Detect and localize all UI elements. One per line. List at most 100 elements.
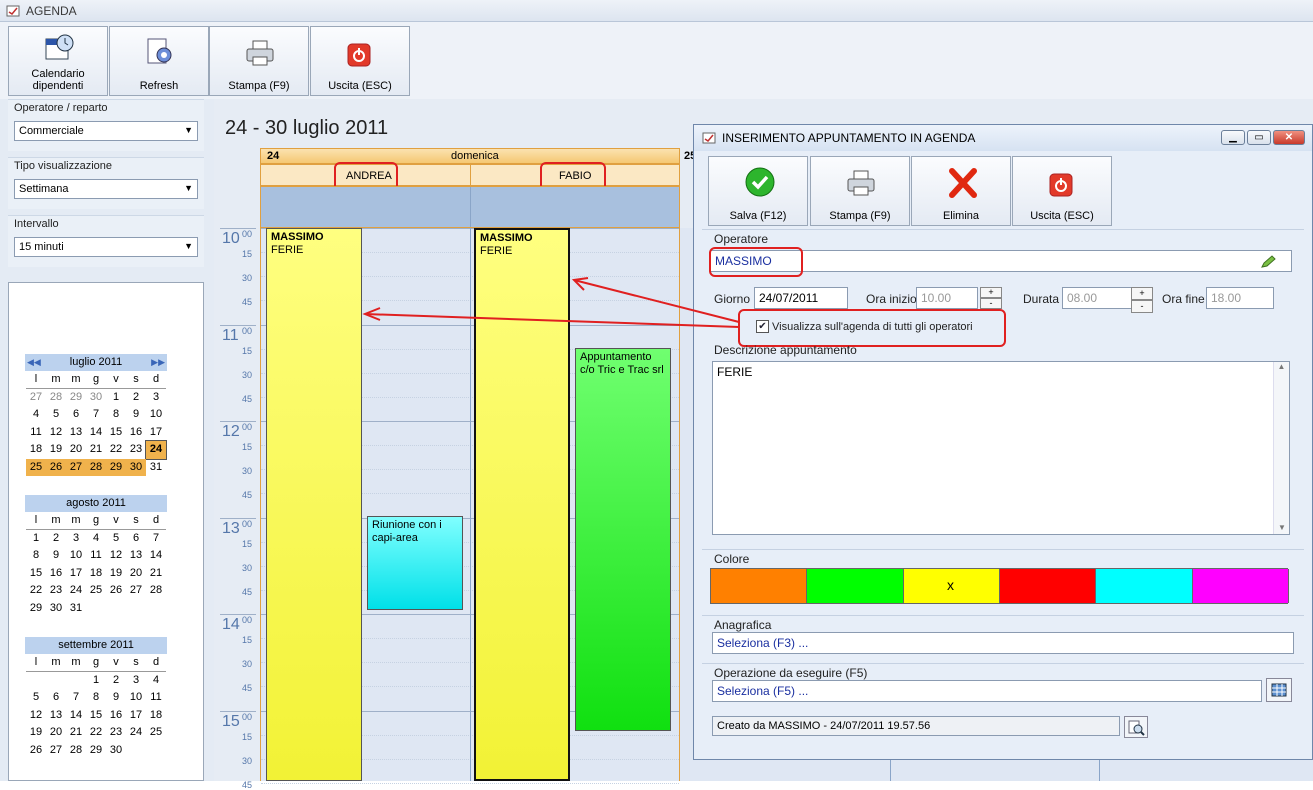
calendar-day[interactable]: 20 — [126, 565, 146, 583]
anagrafica-field[interactable]: Seleziona (F3) ... — [712, 632, 1294, 654]
duration-decrement-button[interactable]: - — [1131, 300, 1153, 313]
dialog-exit-button[interactable]: Uscita (ESC) — [1012, 156, 1112, 226]
calendar-day[interactable]: 19 — [106, 565, 126, 583]
calendar-day[interactable]: 25 — [26, 458, 46, 476]
calendar-day[interactable]: 10 — [126, 689, 146, 707]
calendar-day[interactable]: 31 — [66, 600, 86, 618]
color-swatch[interactable] — [1096, 569, 1193, 603]
calendar-day[interactable]: 15 — [106, 424, 126, 442]
calendar-day[interactable]: 23 — [106, 724, 126, 742]
calendar-day[interactable]: 5 — [26, 689, 46, 707]
calendar-day[interactable]: 11 — [26, 424, 46, 442]
start-increment-button[interactable]: + — [980, 287, 1002, 298]
calendar-day[interactable]: 10 — [146, 406, 166, 424]
calendar-day[interactable]: 8 — [26, 547, 46, 565]
calendar-day[interactable]: 24 — [66, 582, 86, 600]
calendar-day[interactable]: 28 — [66, 742, 86, 760]
calendar-day[interactable]: 17 — [66, 565, 86, 583]
calendar-day[interactable]: 27 — [26, 389, 46, 407]
calendar-day[interactable]: 26 — [26, 742, 46, 760]
pencil-icon[interactable] — [1260, 255, 1276, 269]
calendar-day[interactable]: 5 — [46, 406, 66, 424]
calendar-day[interactable]: 11 — [86, 547, 106, 565]
calendar-day[interactable]: 22 — [26, 582, 46, 600]
duration-increment-button[interactable]: + — [1131, 287, 1153, 300]
day-header[interactable]: 24 domenica — [260, 148, 680, 164]
calendar-day[interactable]: 5 — [106, 530, 126, 548]
calendar-day[interactable]: 21 — [86, 441, 106, 459]
calendar-day[interactable]: 29 — [86, 742, 106, 760]
calendar-day[interactable]: 14 — [66, 707, 86, 725]
calendar-day[interactable]: 4 — [26, 406, 46, 424]
calendar-day[interactable]: 1 — [26, 530, 46, 548]
calendar-day[interactable]: 30 — [86, 389, 106, 407]
calendar-day[interactable]: 21 — [66, 724, 86, 742]
color-swatch[interactable] — [711, 569, 808, 603]
calendar-day[interactable]: 13 — [126, 547, 146, 565]
calendar-day[interactable]: 24 — [126, 724, 146, 742]
operation-field[interactable]: Seleziona (F5) ... — [712, 680, 1262, 702]
color-swatch[interactable] — [807, 569, 904, 603]
calendar-day[interactable]: 19 — [46, 441, 66, 459]
calendar-day[interactable]: 11 — [146, 689, 166, 707]
event-massimo-andrea[interactable]: MASSIMO FERIE — [266, 228, 362, 781]
calendar-day[interactable]: 23 — [126, 441, 146, 459]
description-scrollbar[interactable]: ▲ ▼ — [1273, 362, 1289, 534]
calendar-day[interactable]: 29 — [26, 600, 46, 618]
calendar-day[interactable]: 18 — [146, 707, 166, 725]
calendar-day[interactable]: 25 — [146, 724, 166, 742]
calendar-day[interactable]: 17 — [146, 424, 166, 442]
calendar-day[interactable]: 28 — [146, 582, 166, 600]
delete-button[interactable]: Elimina — [911, 156, 1011, 226]
end-field[interactable]: 18.00 — [1206, 287, 1274, 309]
calendar-day[interactable]: 12 — [46, 424, 66, 442]
calendar-day[interactable]: 30 — [126, 458, 146, 476]
calendar-day[interactable]: 12 — [106, 547, 126, 565]
scroll-up-icon[interactable]: ▲ — [1274, 362, 1289, 371]
operator-select[interactable]: Commerciale ▼ — [14, 121, 198, 141]
calendar-day[interactable]: 26 — [106, 582, 126, 600]
calendar-day[interactable]: 15 — [86, 707, 106, 725]
calendar-day[interactable]: 13 — [46, 707, 66, 725]
calendar-day[interactable]: 10 — [66, 547, 86, 565]
description-textarea[interactable]: FERIE ▲ ▼ — [712, 361, 1290, 535]
calendar-day[interactable]: 7 — [86, 406, 106, 424]
dialog-titlebar[interactable]: INSERIMENTO APPUNTAMENTO IN AGENDA ▁ ▭ ✕ — [694, 125, 1312, 151]
calendar-day[interactable]: 20 — [66, 441, 86, 459]
calendar-day[interactable]: 1 — [86, 672, 106, 690]
calendar-day[interactable]: 6 — [126, 530, 146, 548]
save-button[interactable]: Salva (F12) — [708, 156, 808, 226]
calendar-day[interactable]: 20 — [46, 724, 66, 742]
calendar-day[interactable]: 18 — [26, 441, 46, 459]
view-type-select[interactable]: Settimana ▼ — [14, 179, 198, 199]
calendar-day[interactable]: 19 — [26, 724, 46, 742]
minimize-button[interactable]: ▁ — [1221, 130, 1245, 145]
calendar-day[interactable]: 30 — [106, 742, 126, 760]
close-button[interactable]: ✕ — [1273, 130, 1305, 145]
calendar-day[interactable]: 28 — [86, 458, 106, 476]
calendar-day[interactable]: 24 — [145, 440, 167, 460]
calendar-day[interactable]: 16 — [126, 424, 146, 442]
calendar-day[interactable]: 12 — [26, 707, 46, 725]
calendar-day[interactable]: 22 — [86, 724, 106, 742]
calendar-day[interactable]: 8 — [86, 689, 106, 707]
calendar-day[interactable]: 9 — [106, 689, 126, 707]
calendar-day[interactable]: 27 — [66, 458, 86, 476]
calendar-day[interactable]: 21 — [146, 565, 166, 583]
duration-field[interactable]: 08.00 — [1062, 287, 1134, 309]
calendar-day[interactable]: 9 — [126, 406, 146, 424]
calendar-day[interactable]: 29 — [66, 389, 86, 407]
calendar-day[interactable]: 13 — [66, 424, 86, 442]
prev-month-icon[interactable]: ◀◀ — [27, 354, 41, 371]
scroll-down-icon[interactable]: ▼ — [1274, 523, 1290, 532]
calendar-day[interactable]: 17 — [126, 707, 146, 725]
calendar-day[interactable]: 7 — [66, 689, 86, 707]
all-day-row[interactable] — [260, 186, 680, 228]
calendar-day[interactable]: 28 — [46, 389, 66, 407]
calendar-day[interactable]: 31 — [146, 459, 166, 477]
calendar-day[interactable]: 26 — [46, 458, 66, 476]
calendar-day[interactable]: 14 — [146, 547, 166, 565]
calendar-day[interactable]: 7 — [146, 530, 166, 548]
calendar-day[interactable]: 16 — [46, 565, 66, 583]
calendar-day[interactable]: 8 — [106, 406, 126, 424]
